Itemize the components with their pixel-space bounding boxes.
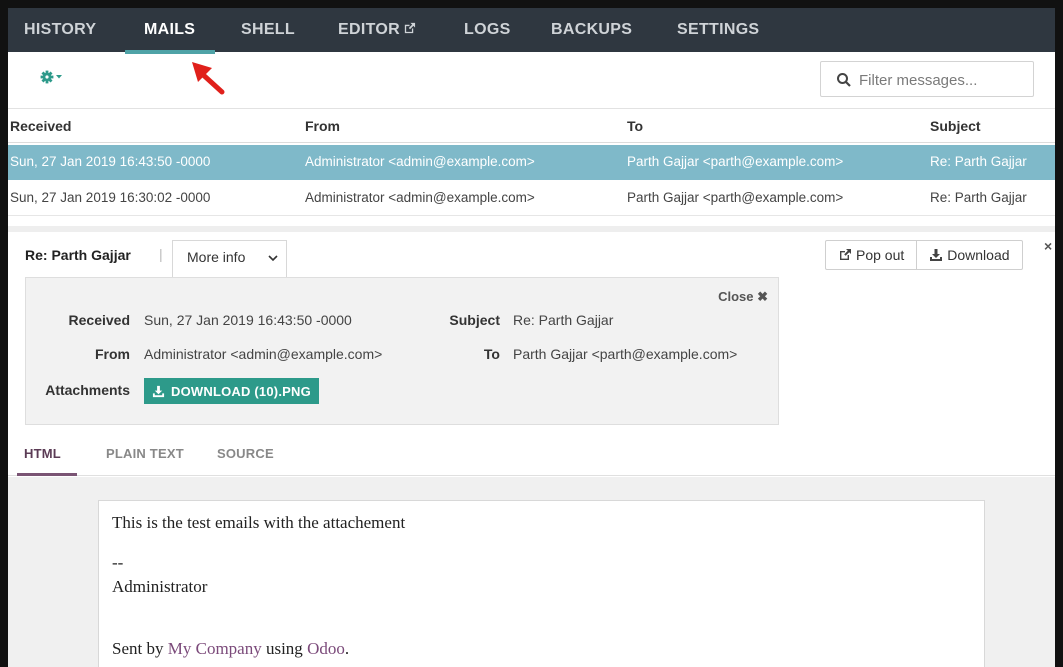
pane-splitter[interactable] [8,226,1055,232]
subject-value: Re: Parth Gajjar [513,312,614,328]
download-label: Download [947,247,1010,263]
to-value: Parth Gajjar <parth@example.com> [513,346,738,362]
annotation-arrow-icon [192,62,225,95]
body-text: This is the test emails with the attache… [112,513,406,532]
download-icon [152,385,165,397]
more-info-panel: Close ✖ Received Sun, 27 Jan 2019 16:43:… [25,277,779,425]
column-received[interactable]: Received [10,118,71,134]
period-text: . [344,639,350,658]
using-text: using [265,639,303,658]
cell-received: Sun, 27 Jan 2019 16:43:50 -0000 [10,154,211,169]
title-separator: | [159,246,163,262]
cell-subject: Re: Parth Gajjar [930,190,1027,205]
tab-logs[interactable]: LOGS [464,21,511,39]
tab-html[interactable]: HTML [24,446,61,461]
pop-out-button[interactable]: Pop out [826,241,916,269]
view-tabs: HTML PLAIN TEXT SOURCE [8,436,1055,476]
received-value: Sun, 27 Jan 2019 16:43:50 -0000 [144,312,352,328]
column-to[interactable]: To [627,118,643,134]
company-link[interactable]: My Company [168,639,262,658]
cell-subject: Re: Parth Gajjar [930,154,1027,169]
close-detail-icon[interactable]: × [1044,238,1052,254]
close-info-label: Close [718,289,754,304]
tab-editor-label: EDITOR [338,21,400,38]
tab-shell[interactable]: SHELL [241,21,295,39]
tab-source[interactable]: SOURCE [217,446,274,461]
signature-separator: -- [112,553,124,572]
more-info-label: More info [187,249,246,265]
attachment-name: DOWNLOAD (10).PNG [171,383,311,399]
active-view-indicator [17,473,77,476]
tab-backups[interactable]: BACKUPS [551,21,632,39]
close-info-button[interactable]: Close ✖ [718,289,768,305]
to-label: To [483,346,500,362]
cell-from: Administrator <admin@example.com> [305,154,535,169]
attachment-download-button[interactable]: DOWNLOAD (10).PNG [144,378,319,404]
download-icon [930,249,943,261]
signature-name: Administrator [112,577,208,596]
external-link-icon [404,22,416,34]
pop-out-label: Pop out [856,247,905,263]
received-label: Received [68,312,130,328]
top-nav: HISTORY MAILS SHELL EDITOR LOGS BACKUPS … [8,0,1055,54]
table-row[interactable]: Sun, 27 Jan 2019 16:30:02 -0000 Administ… [8,181,1055,216]
tab-mails[interactable]: MAILS [144,21,195,39]
attachments-label: Attachments [45,382,130,398]
message-table-header: Received From To Subject [8,110,1055,143]
message-title: Re: Parth Gajjar [25,247,131,263]
external-link-icon [840,249,851,260]
toolbar [8,52,1055,109]
table-row[interactable]: Sun, 27 Jan 2019 16:43:50 -0000 Administ… [8,145,1055,180]
sent-by-text: Sent by [112,639,164,658]
subject-label: Subject [449,312,500,328]
column-subject[interactable]: Subject [930,118,981,134]
tab-settings[interactable]: SETTINGS [677,21,759,39]
column-from[interactable]: From [305,118,340,134]
cell-received: Sun, 27 Jan 2019 16:30:02 -0000 [10,190,211,205]
more-info-tab[interactable]: More info [172,240,287,278]
gear-dropdown-button[interactable] [40,66,76,88]
detail-actions: Pop out Download [825,240,1023,270]
download-button[interactable]: Download [916,241,1021,269]
from-value: Administrator <admin@example.com> [144,346,383,362]
sent-by-line: Sent by My Company using Odoo. [112,639,349,659]
chevron-down-icon [268,255,278,262]
from-label: From [95,346,130,362]
tab-editor[interactable]: EDITOR [338,21,416,39]
tab-plain-text[interactable]: PLAIN TEXT [106,446,184,461]
search-icon [837,73,851,87]
cell-from: Administrator <admin@example.com> [305,190,535,205]
gear-icon [40,70,62,84]
cell-to: Parth Gajjar <parth@example.com> [627,154,844,169]
search-box[interactable] [820,61,1034,97]
mail-body: This is the test emails with the attache… [98,500,985,667]
search-input[interactable] [859,68,1029,92]
tab-history[interactable]: HISTORY [24,21,96,39]
cell-to: Parth Gajjar <parth@example.com> [627,190,844,205]
odoo-link[interactable]: Odoo [307,639,345,658]
